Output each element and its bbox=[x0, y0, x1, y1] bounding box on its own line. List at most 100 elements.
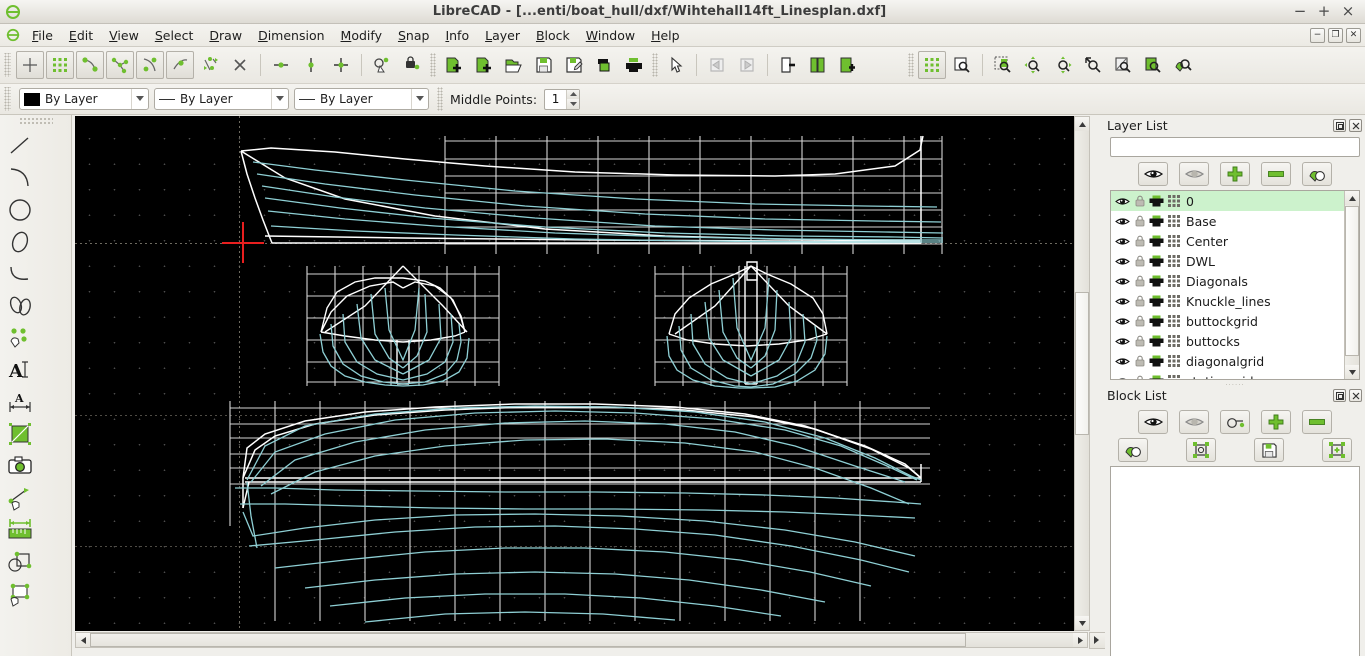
add-block-icon[interactable] bbox=[1261, 410, 1291, 434]
maximize-button[interactable]: + bbox=[1317, 4, 1331, 19]
color-combo[interactable]: By Layer bbox=[19, 88, 149, 110]
close-button[interactable]: × bbox=[1341, 4, 1355, 19]
layer-row-diagonalgrid[interactable]: diagonalgrid bbox=[1111, 351, 1359, 371]
menu-block[interactable]: Block bbox=[528, 25, 578, 46]
layer-construction-icon[interactable] bbox=[1165, 275, 1182, 287]
layer-print-icon[interactable] bbox=[1148, 235, 1165, 247]
toolbar-grip-4[interactable] bbox=[908, 53, 914, 77]
modify-tool-icon[interactable] bbox=[4, 482, 36, 514]
hide-all-layers-icon[interactable] bbox=[1179, 162, 1209, 186]
layer-construction-icon[interactable] bbox=[1165, 215, 1182, 227]
menu-view[interactable]: View bbox=[101, 25, 147, 46]
menu-help[interactable]: Help bbox=[643, 25, 688, 46]
zoom-auto-icon[interactable] bbox=[1079, 51, 1107, 79]
point-tool-icon[interactable] bbox=[4, 322, 36, 354]
show-all-layers-icon[interactable] bbox=[1138, 162, 1168, 186]
zoom-status-arrow-icon[interactable] bbox=[1094, 636, 1099, 644]
menu-dimension[interactable]: Dimension bbox=[250, 25, 332, 46]
layer-construction-icon[interactable] bbox=[1165, 255, 1182, 267]
chevron-down-icon-2[interactable] bbox=[271, 89, 288, 109]
attribute-toolbar-grip[interactable] bbox=[4, 87, 11, 111]
layer-lock-icon[interactable] bbox=[1131, 295, 1148, 307]
zoom-in-icon[interactable] bbox=[1019, 51, 1047, 79]
edit-block-icon[interactable] bbox=[1118, 438, 1148, 462]
snap-free-icon[interactable] bbox=[16, 51, 44, 79]
attribute-toolbar-grip-2[interactable] bbox=[437, 87, 443, 111]
save-file-icon[interactable] bbox=[530, 51, 558, 79]
menu-layer[interactable]: Layer bbox=[477, 25, 528, 46]
snap-tool-icon[interactable] bbox=[4, 546, 36, 578]
layer-scroll-up-icon[interactable] bbox=[1345, 191, 1359, 205]
scroll-up-icon[interactable] bbox=[1075, 117, 1089, 131]
toggle-grid-icon[interactable] bbox=[918, 51, 946, 79]
block-list[interactable] bbox=[1110, 466, 1360, 656]
cut-icon[interactable] bbox=[774, 51, 802, 79]
layer-visibility-icon[interactable] bbox=[1114, 336, 1131, 347]
layer-print-icon[interactable] bbox=[1148, 275, 1165, 287]
menu-draw[interactable]: Draw bbox=[201, 25, 250, 46]
linetype-combo[interactable]: By Layer bbox=[154, 88, 289, 110]
layer-print-icon[interactable] bbox=[1148, 215, 1165, 227]
layer-visibility-icon[interactable] bbox=[1114, 236, 1131, 247]
print-preview-icon[interactable] bbox=[590, 51, 618, 79]
layer-visibility-icon[interactable] bbox=[1114, 316, 1131, 327]
zoom-window-icon[interactable] bbox=[989, 51, 1017, 79]
redo-icon[interactable] bbox=[733, 51, 761, 79]
menu-window[interactable]: Window bbox=[578, 25, 643, 46]
middle-points-stepper[interactable]: 1 bbox=[544, 88, 581, 110]
print-icon[interactable] bbox=[620, 51, 648, 79]
menu-select[interactable]: Select bbox=[147, 25, 202, 46]
layer-visibility-icon[interactable] bbox=[1114, 376, 1131, 379]
zoom-previous-icon[interactable] bbox=[1109, 51, 1137, 79]
spline-tool-icon[interactable] bbox=[4, 258, 36, 290]
block-dock-close-button[interactable] bbox=[1349, 389, 1362, 402]
dimension-tool-icon[interactable]: A bbox=[4, 386, 36, 418]
layer-visibility-icon[interactable] bbox=[1114, 276, 1131, 287]
horizontal-scroll-thumb[interactable] bbox=[90, 633, 966, 647]
hatch-tool-icon[interactable] bbox=[4, 418, 36, 450]
scroll-down-icon[interactable] bbox=[1075, 616, 1089, 630]
layer-dock-close-button[interactable] bbox=[1349, 119, 1362, 132]
open-file-icon[interactable] bbox=[500, 51, 528, 79]
lock-relative-zero-icon[interactable] bbox=[398, 51, 426, 79]
menu-snap[interactable]: Snap bbox=[390, 25, 437, 46]
layer-scroll-down-icon[interactable] bbox=[1345, 365, 1359, 379]
left-panel-grip[interactable] bbox=[18, 117, 53, 126]
layer-construction-icon[interactable] bbox=[1165, 195, 1182, 207]
layer-visibility-icon[interactable] bbox=[1114, 356, 1131, 367]
layer-print-icon[interactable] bbox=[1148, 195, 1165, 207]
layer-scroll-thumb[interactable] bbox=[1345, 206, 1359, 356]
menu-info[interactable]: Info bbox=[437, 25, 477, 46]
mdi-minimize-button[interactable]: − bbox=[1310, 27, 1325, 43]
new-from-template-icon[interactable] bbox=[470, 51, 498, 79]
text-tool-icon[interactable]: A bbox=[4, 354, 36, 386]
layer-row-buttocks[interactable]: buttocks bbox=[1111, 331, 1359, 351]
scroll-left-icon[interactable] bbox=[76, 633, 90, 647]
layer-print-icon[interactable] bbox=[1148, 355, 1165, 367]
image-tool-icon[interactable] bbox=[4, 450, 36, 482]
toolbar-grip-3[interactable] bbox=[652, 53, 658, 77]
layer-lock-icon[interactable] bbox=[1131, 315, 1148, 327]
layer-visibility-icon[interactable] bbox=[1114, 216, 1131, 227]
polyline-tool-icon[interactable] bbox=[4, 290, 36, 322]
layer-lock-icon[interactable] bbox=[1131, 195, 1148, 207]
layer-print-icon[interactable] bbox=[1148, 335, 1165, 347]
restrict-vertical-icon[interactable] bbox=[297, 51, 325, 79]
menu-file[interactable]: File bbox=[24, 25, 61, 46]
restrict-orthogonal-icon[interactable] bbox=[327, 51, 355, 79]
menu-modify[interactable]: Modify bbox=[333, 25, 390, 46]
chevron-down-icon-3[interactable] bbox=[411, 89, 428, 109]
canvas-horizontal-scrollbar[interactable] bbox=[75, 632, 1088, 648]
layer-visibility-icon[interactable] bbox=[1114, 256, 1131, 267]
info-measure-tool-icon[interactable] bbox=[4, 514, 36, 546]
layer-construction-icon[interactable] bbox=[1165, 235, 1182, 247]
copy-icon[interactable] bbox=[804, 51, 832, 79]
select-pointer-icon[interactable] bbox=[662, 51, 690, 79]
zoom-selection-icon[interactable] bbox=[1139, 51, 1167, 79]
menu-edit[interactable]: Edit bbox=[61, 25, 101, 46]
block-dock-float-button[interactable] bbox=[1333, 389, 1346, 402]
save-as-icon[interactable] bbox=[560, 51, 588, 79]
layer-row-buttockgrid[interactable]: buttockgrid bbox=[1111, 311, 1359, 331]
layer-construction-icon[interactable] bbox=[1165, 295, 1182, 307]
arc-tool-icon[interactable] bbox=[4, 162, 36, 194]
